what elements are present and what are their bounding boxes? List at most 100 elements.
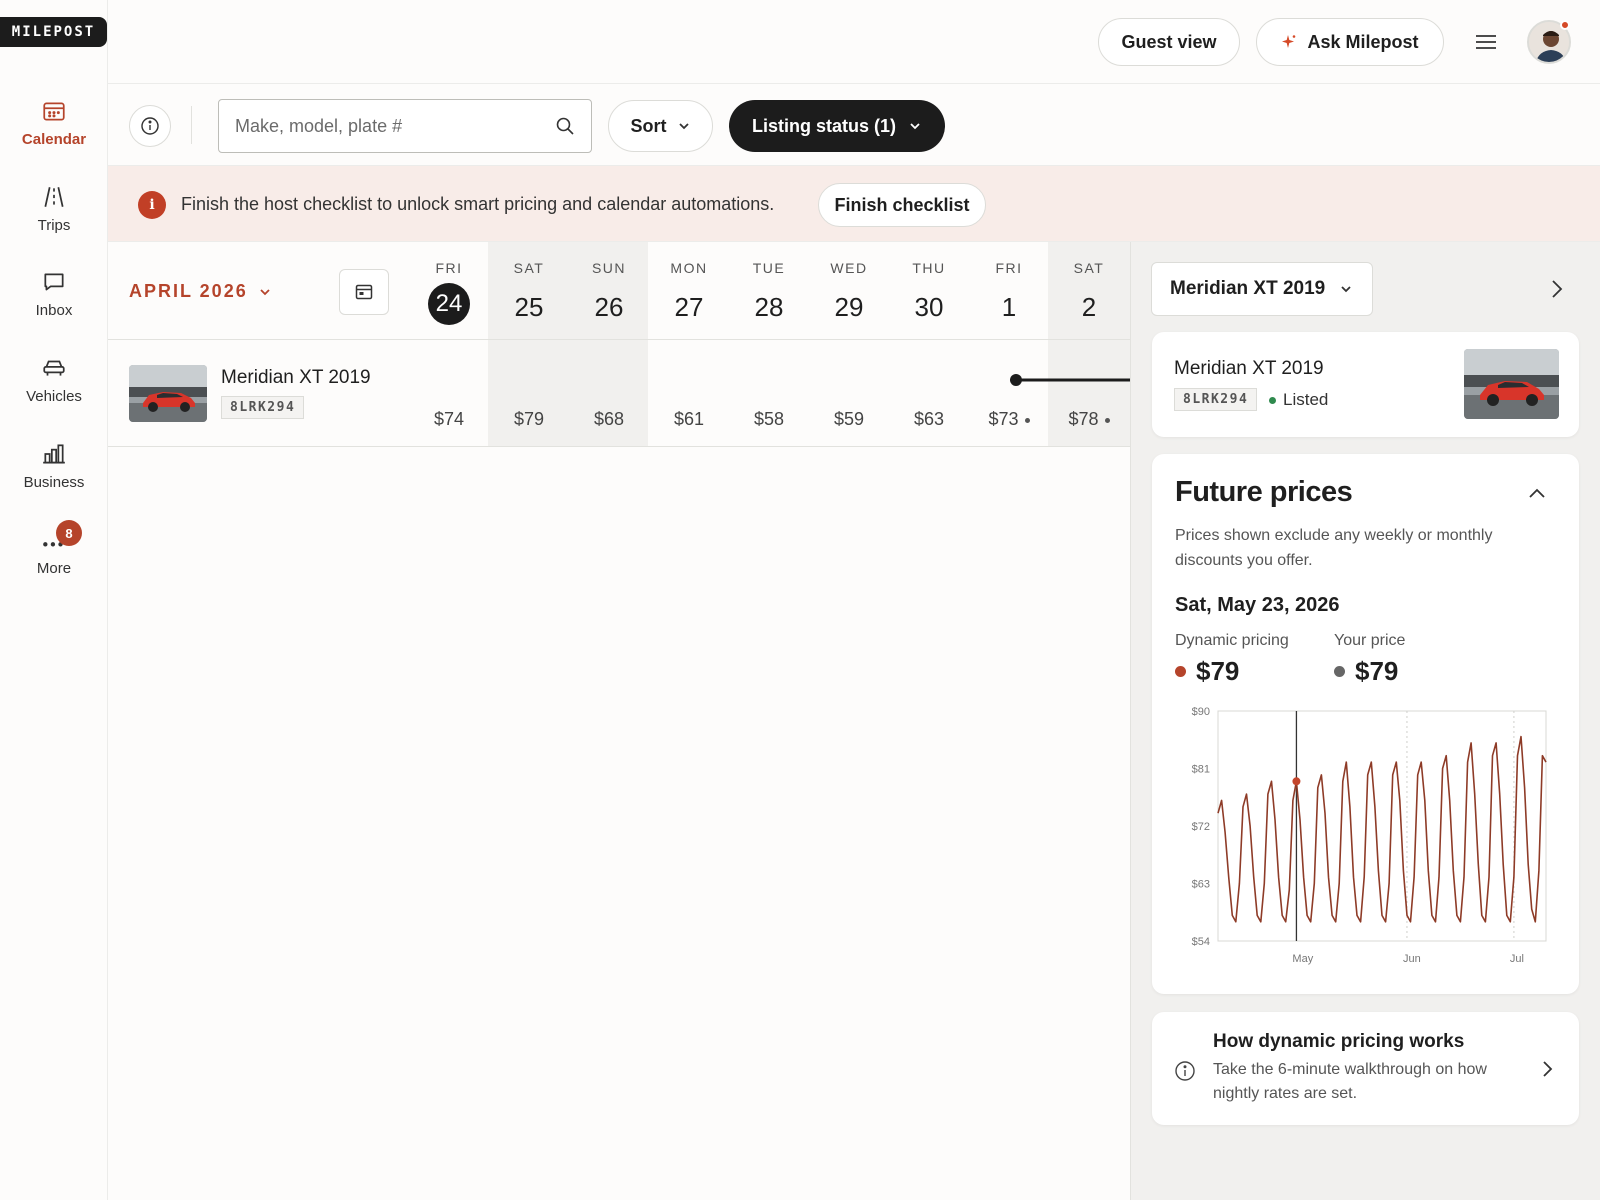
sidebar-item-calendar[interactable]: Calendar [0, 97, 108, 167]
brand-logo[interactable]: MILEPOST [0, 17, 107, 47]
y-tick-label: $72 [1192, 821, 1210, 833]
sort-label: Sort [630, 115, 667, 136]
sidebar-item-label: Vehicles [26, 388, 82, 405]
search-icon[interactable] [555, 116, 575, 136]
vehicle-thumbnail[interactable] [129, 365, 207, 422]
chart-selected-point [1292, 777, 1301, 786]
month-selector[interactable]: APRIL 2026 [129, 281, 272, 302]
chevron-up-icon[interactable] [1526, 483, 1548, 505]
sidebar-item-label: Calendar [21, 131, 87, 148]
chart-series-line [1217, 735, 1547, 923]
sidebar-item-label: Business [23, 474, 85, 491]
trip-bar[interactable] [1009, 373, 1130, 387]
chevron-down-icon [908, 119, 922, 133]
your-price-amount: $79 [1355, 656, 1399, 686]
guest-view-label: Guest view [1121, 31, 1217, 52]
price-indicator-dot [1104, 417, 1110, 423]
x-tick-label: Jul [1510, 953, 1524, 965]
day-header[interactable]: SUN 26 [569, 260, 649, 328]
day-of-week: FRI [435, 260, 463, 276]
day-of-week: SAT [1073, 260, 1105, 276]
dynamic-pricing-value: $79 [1175, 656, 1239, 687]
chevron-right-icon[interactable] [1536, 1058, 1558, 1080]
y-tick-label: $54 [1192, 936, 1210, 948]
day-header[interactable]: FRI 1 [969, 260, 1049, 328]
bar-chart-icon [40, 440, 68, 468]
price-cell[interactable]: $79 [489, 409, 569, 430]
day-number: 1 [1001, 292, 1017, 322]
sidebar-item-label: Trips [37, 217, 71, 234]
price-cell[interactable]: $74 [409, 409, 489, 430]
price-value: $79 [513, 409, 545, 429]
info-button[interactable] [129, 105, 171, 147]
date-picker-button[interactable] [339, 269, 389, 315]
vehicle-card-name: Meridian XT 2019 [1174, 358, 1324, 379]
price-indicator-dot [1024, 417, 1030, 423]
day-number: 24 [428, 283, 470, 325]
day-of-week: SAT [513, 260, 545, 276]
day-of-week: THU [912, 260, 946, 276]
future-prices-subtitle: Prices shown exclude any weekly or month… [1175, 527, 1493, 569]
day-header[interactable]: THU 30 [889, 260, 969, 328]
your-price-dot [1334, 666, 1345, 677]
search-box[interactable] [218, 99, 592, 153]
price-cell[interactable]: $61 [649, 409, 729, 430]
sidebar-item-inbox[interactable]: Inbox [0, 268, 108, 338]
price-cell[interactable]: $59 [809, 409, 889, 430]
finish-checklist-button[interactable]: Finish checklist [818, 183, 986, 227]
day-header[interactable]: SAT 25 [489, 260, 569, 328]
day-number: 30 [914, 292, 944, 322]
divider [108, 339, 1130, 340]
x-tick-label: Jun [1403, 953, 1421, 965]
day-header-today[interactable]: FRI 24 [409, 260, 489, 325]
divider [191, 106, 192, 144]
sort-button[interactable]: Sort [608, 100, 713, 152]
guest-view-button[interactable]: Guest view [1098, 18, 1240, 66]
ask-milepost-button[interactable]: Ask Milepost [1256, 18, 1444, 66]
alert-icon: i [138, 191, 166, 219]
day-header[interactable]: MON 27 [649, 260, 729, 328]
price-cell[interactable]: $73 [969, 409, 1049, 430]
day-of-week: MON [670, 260, 708, 276]
license-plate: 8LRK294 [221, 396, 305, 419]
day-of-week: TUE [752, 260, 786, 276]
day-number: 25 [514, 292, 544, 322]
day-header[interactable]: TUE 28 [729, 260, 809, 328]
sidebar-item-business[interactable]: Business [0, 440, 108, 510]
price-cell[interactable]: $63 [889, 409, 969, 430]
price-value: $78 [1068, 409, 1099, 429]
vehicle-select[interactable]: Meridian XT 2019 [1151, 262, 1373, 316]
day-of-week: WED [830, 260, 868, 276]
x-tick-label: May [1292, 953, 1313, 965]
search-input[interactable] [235, 115, 555, 137]
status-label: Listed [1283, 390, 1329, 409]
info-icon [140, 116, 160, 136]
listing-status-button[interactable]: Listing status (1) [729, 100, 945, 152]
day-header[interactable]: WED 29 [809, 260, 889, 328]
chevron-right-icon[interactable] [1544, 277, 1568, 301]
hamburger-icon[interactable] [1474, 30, 1498, 54]
y-tick-label: $63 [1192, 879, 1210, 891]
notification-badge: 8 [56, 520, 82, 546]
sidebar-item-label: Inbox [35, 302, 73, 319]
sidebar-item-more[interactable]: 8 More [0, 520, 108, 590]
banner-message: Finish the host checklist to unlock smar… [181, 194, 775, 214]
day-header[interactable]: SAT 2 [1049, 260, 1129, 328]
price-chart-svg[interactable]: May Jun Jul $90 $81 $72 $63 $54 [1175, 700, 1565, 975]
selected-date: Sat, May 23, 2026 [1175, 594, 1340, 616]
future-prices-title: Future prices [1175, 476, 1353, 508]
price-cell[interactable]: $68 [569, 409, 649, 430]
license-plate: 8LRK294 [1174, 388, 1258, 411]
sidebar: MILEPOST Calendar Trips Inbox Vehicles B… [0, 0, 108, 1200]
future-prices-chart[interactable]: May Jun Jul $90 $81 $72 $63 $54 [1175, 700, 1565, 975]
y-tick-label: $90 [1192, 706, 1210, 718]
price-value: $59 [833, 409, 865, 429]
vehicle-name[interactable]: Meridian XT 2019 [221, 367, 371, 389]
price-cell[interactable]: $58 [729, 409, 809, 430]
your-price-label: Your price [1334, 632, 1406, 649]
dynamic-pricing-label: Dynamic pricing [1175, 632, 1289, 649]
sidebar-item-trips[interactable]: Trips [0, 183, 108, 253]
finish-checklist-label: Finish checklist [834, 194, 970, 215]
sidebar-item-vehicles[interactable]: Vehicles [0, 354, 108, 424]
price-cell[interactable]: $78 [1049, 409, 1129, 430]
